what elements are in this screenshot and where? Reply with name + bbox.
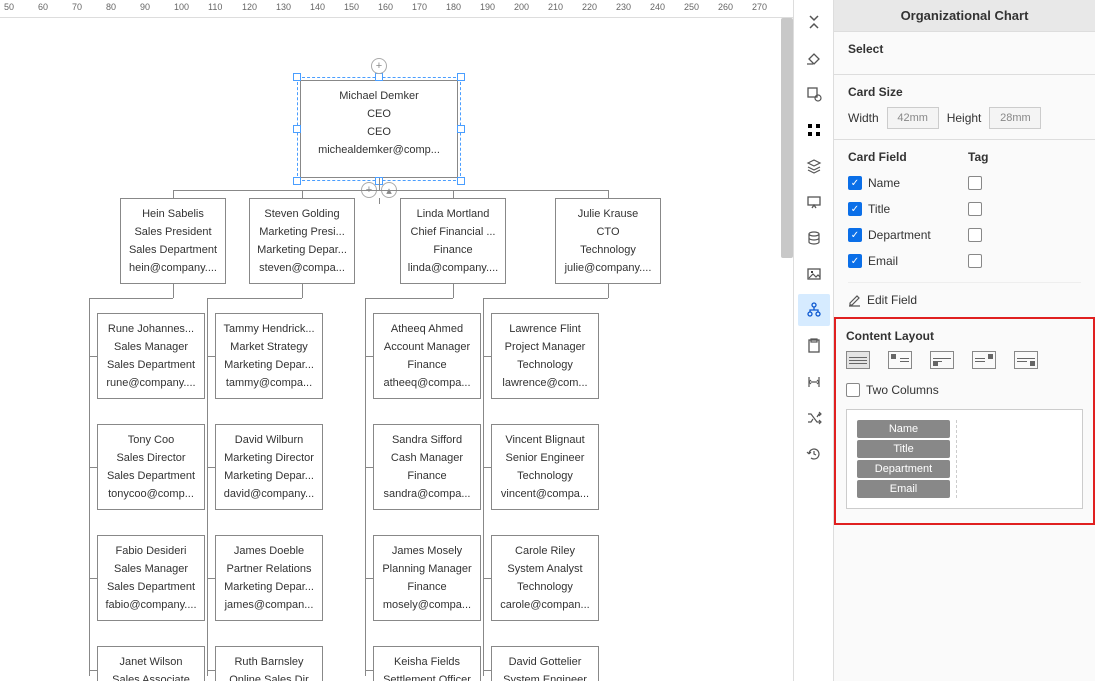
layout-option-1[interactable] bbox=[846, 351, 870, 369]
side-panel: Organizational Chart Select Card Size Wi… bbox=[833, 0, 1095, 681]
export-gear-icon[interactable] bbox=[798, 78, 830, 110]
selection-handle[interactable] bbox=[375, 73, 383, 81]
org-card[interactable]: Michael DemkerCEOCEOmichealdemker@comp..… bbox=[300, 80, 458, 178]
add-handle[interactable]: + bbox=[371, 58, 387, 74]
org-card[interactable]: Hein SabelisSales PresidentSales Departm… bbox=[120, 198, 226, 284]
org-chart-icon[interactable] bbox=[798, 294, 830, 326]
preview-chip[interactable]: Title bbox=[857, 440, 950, 458]
layout-preview: Name Title Department Email bbox=[846, 409, 1083, 509]
preview-chip[interactable]: Name bbox=[857, 420, 950, 438]
org-card[interactable]: James MoselyPlanning ManagerFinancemosel… bbox=[373, 535, 481, 621]
card-size-section: Card Size Width Height bbox=[834, 74, 1095, 139]
height-label: Height bbox=[947, 111, 982, 125]
tag-title[interactable] bbox=[968, 202, 982, 216]
org-card[interactable]: Fabio DesideriSales ManagerSales Departm… bbox=[97, 535, 205, 621]
canvas-area[interactable]: 5060708090100110120130140150160170180190… bbox=[0, 0, 793, 681]
layers-icon[interactable] bbox=[798, 150, 830, 182]
org-card[interactable]: Lawrence FlintProject ManagerTechnologyl… bbox=[491, 313, 599, 399]
select-section[interactable]: Select bbox=[834, 31, 1095, 74]
org-card[interactable]: Vincent BlignautSenior EngineerTechnolog… bbox=[491, 424, 599, 510]
org-card[interactable]: Rune Johannes...Sales ManagerSales Depar… bbox=[97, 313, 205, 399]
checkbox-name[interactable]: ✓ bbox=[848, 176, 862, 190]
clipboard-icon[interactable] bbox=[798, 330, 830, 362]
org-card[interactable]: Tony CooSales DirectorSales Departmentto… bbox=[97, 424, 205, 510]
org-card[interactable]: Atheeq AhmedAccount ManagerFinanceatheeq… bbox=[373, 313, 481, 399]
checkbox-title[interactable]: ✓ bbox=[848, 202, 862, 216]
org-card[interactable]: Keisha FieldsSettlement Officer bbox=[373, 646, 481, 681]
layout-option-5[interactable] bbox=[1014, 351, 1038, 369]
org-card[interactable]: Linda MortlandChief Financial ...Finance… bbox=[400, 198, 506, 284]
ruler-horizontal: 5060708090100110120130140150160170180190… bbox=[0, 0, 793, 18]
data-icon[interactable] bbox=[798, 222, 830, 254]
tag-department[interactable] bbox=[968, 228, 982, 242]
checkbox-email[interactable]: ✓ bbox=[848, 254, 862, 268]
panel-title: Organizational Chart bbox=[834, 0, 1095, 31]
org-card[interactable]: Steven GoldingMarketing Presi...Marketin… bbox=[249, 198, 355, 284]
org-card[interactable]: David WilburnMarketing DirectorMarketing… bbox=[215, 424, 323, 510]
org-card[interactable]: Sandra SiffordCash ManagerFinancesandra@… bbox=[373, 424, 481, 510]
checkbox-two-columns[interactable] bbox=[846, 383, 860, 397]
org-card[interactable]: James DoeblePartner RelationsMarketing D… bbox=[215, 535, 323, 621]
canvas[interactable]: Michael DemkerCEOCEOmichealdemker@comp..… bbox=[0, 18, 793, 681]
layout-option-4[interactable] bbox=[972, 351, 996, 369]
tag-email[interactable] bbox=[968, 254, 982, 268]
checkbox-department[interactable]: ✓ bbox=[848, 228, 862, 242]
selection-handle[interactable] bbox=[457, 177, 465, 185]
paint-icon[interactable] bbox=[798, 42, 830, 74]
scrollbar-vertical[interactable] bbox=[781, 18, 793, 258]
tag-name[interactable] bbox=[968, 176, 982, 190]
selection-handle[interactable] bbox=[293, 125, 301, 133]
selection-handle[interactable] bbox=[457, 73, 465, 81]
height-input[interactable] bbox=[989, 107, 1041, 129]
selection-handle[interactable] bbox=[293, 177, 301, 185]
layout-option-2[interactable] bbox=[888, 351, 912, 369]
expand-icon[interactable] bbox=[798, 6, 830, 38]
preview-chip[interactable]: Email bbox=[857, 480, 950, 498]
presentation-icon[interactable] bbox=[798, 186, 830, 218]
grid-icon[interactable] bbox=[798, 114, 830, 146]
preview-chip[interactable]: Department bbox=[857, 460, 950, 478]
shuffle-icon[interactable] bbox=[798, 402, 830, 434]
content-layout-section: Content Layout Two Columns NameTitleDepa… bbox=[834, 317, 1095, 525]
selection-handle[interactable] bbox=[293, 73, 301, 81]
width-label: Width bbox=[848, 111, 879, 125]
org-card[interactable]: Ruth BarnsleyOnline Sales Dir bbox=[215, 646, 323, 681]
org-card[interactable]: Tammy Hendrick...Market StrategyMarketin… bbox=[215, 313, 323, 399]
org-card[interactable]: Julie KrauseCTOTechnologyjulie@company..… bbox=[555, 198, 661, 284]
spacing-icon[interactable] bbox=[798, 366, 830, 398]
edit-field-button[interactable]: Edit Field bbox=[848, 282, 1081, 307]
tool-icon-column bbox=[793, 0, 833, 681]
image-icon[interactable] bbox=[798, 258, 830, 290]
history-icon[interactable] bbox=[798, 438, 830, 470]
layout-option-3[interactable] bbox=[930, 351, 954, 369]
selection-handle[interactable] bbox=[457, 125, 465, 133]
width-input[interactable] bbox=[887, 107, 939, 129]
card-field-section: Card FieldTag ✓Name ✓Title ✓Department ✓… bbox=[834, 139, 1095, 317]
org-card[interactable]: David GottelierSystem Engineer bbox=[491, 646, 599, 681]
org-card[interactable]: Janet WilsonSales Associate bbox=[97, 646, 205, 681]
org-card[interactable]: Carole RileySystem AnalystTechnologycaro… bbox=[491, 535, 599, 621]
